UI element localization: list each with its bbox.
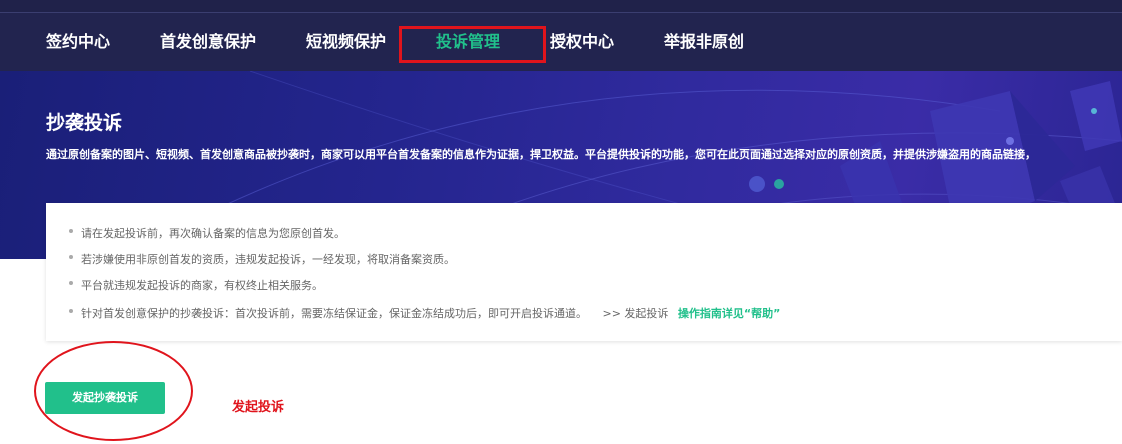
banner-title: 抄袭投诉 bbox=[46, 112, 123, 134]
nav-item-authorization-center[interactable]: 授权中心 bbox=[550, 13, 614, 71]
nav-item-short-video-protection[interactable]: 短视频保护 bbox=[306, 13, 386, 71]
notice-item: 针对首发创意保护的抄袭投诉：首次投诉前，需要冻结保证金，保证金冻结成功后，即可开… bbox=[69, 305, 780, 321]
top-strip bbox=[0, 0, 1122, 12]
help-guide-link[interactable]: 操作指南详见“帮助” bbox=[678, 307, 780, 320]
start-complaint-arrow-text: >> 发起投诉 bbox=[602, 307, 669, 320]
banner-description: 通过原创备案的图片、短视频、首发创意商品被抄袭时，商家可以用平台首发备案的信息作… bbox=[46, 148, 1036, 161]
nav-item-report-non-original[interactable]: 举报非原创 bbox=[664, 13, 744, 71]
annotation-label: 发起投诉 bbox=[232, 400, 285, 415]
annotation-highlight-box bbox=[399, 26, 546, 63]
notice-item: 若涉嫌使用非原创首发的资质，违规发起投诉，一经发现，将取消备案资质。 bbox=[69, 251, 455, 267]
bullet-dot bbox=[69, 255, 73, 259]
notice-card: 请在发起投诉前，再次确认备案的信息为您原创首发。 若涉嫌使用非原创首发的资质，违… bbox=[46, 203, 1122, 341]
annotation-circle bbox=[34, 341, 193, 441]
bullet-dot bbox=[69, 229, 73, 233]
nav-item-original-creative-protection[interactable]: 首发创意保护 bbox=[160, 13, 256, 71]
bullet-dot bbox=[69, 281, 73, 285]
notice-text: 若涉嫌使用非原创首发的资质，违规发起投诉，一经发现，将取消备案资质。 bbox=[81, 253, 455, 266]
notice-item: 平台就违规发起投诉的商家，有权终止相关服务。 bbox=[69, 277, 323, 293]
bullet-dot bbox=[69, 309, 73, 313]
notice-text: 针对首发创意保护的抄袭投诉：首次投诉前，需要冻结保证金，保证金冻结成功后，即可开… bbox=[81, 307, 587, 320]
notice-item: 请在发起投诉前，再次确认备案的信息为您原创首发。 bbox=[69, 225, 345, 241]
main-nav: 签约中心 首发创意保护 短视频保护 投诉管理 授权中心 举报非原创 bbox=[0, 13, 1122, 71]
notice-text: 请在发起投诉前，再次确认备案的信息为您原创首发。 bbox=[81, 227, 345, 240]
notice-text: 平台就违规发起投诉的商家，有权终止相关服务。 bbox=[81, 279, 323, 292]
nav-item-signing-center[interactable]: 签约中心 bbox=[46, 13, 110, 71]
